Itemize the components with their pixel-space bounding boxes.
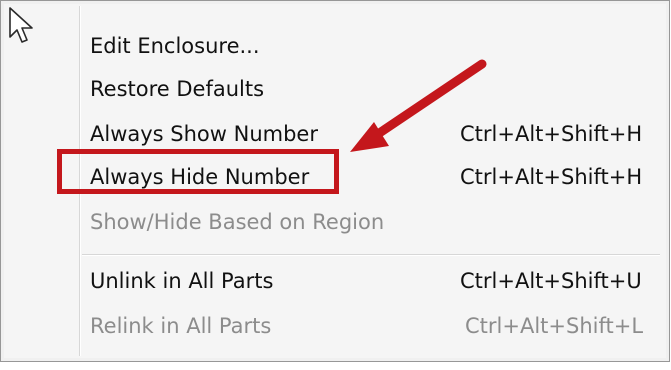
annotation-arrow-icon <box>350 59 487 152</box>
mouse-pointer-icon <box>9 7 33 43</box>
